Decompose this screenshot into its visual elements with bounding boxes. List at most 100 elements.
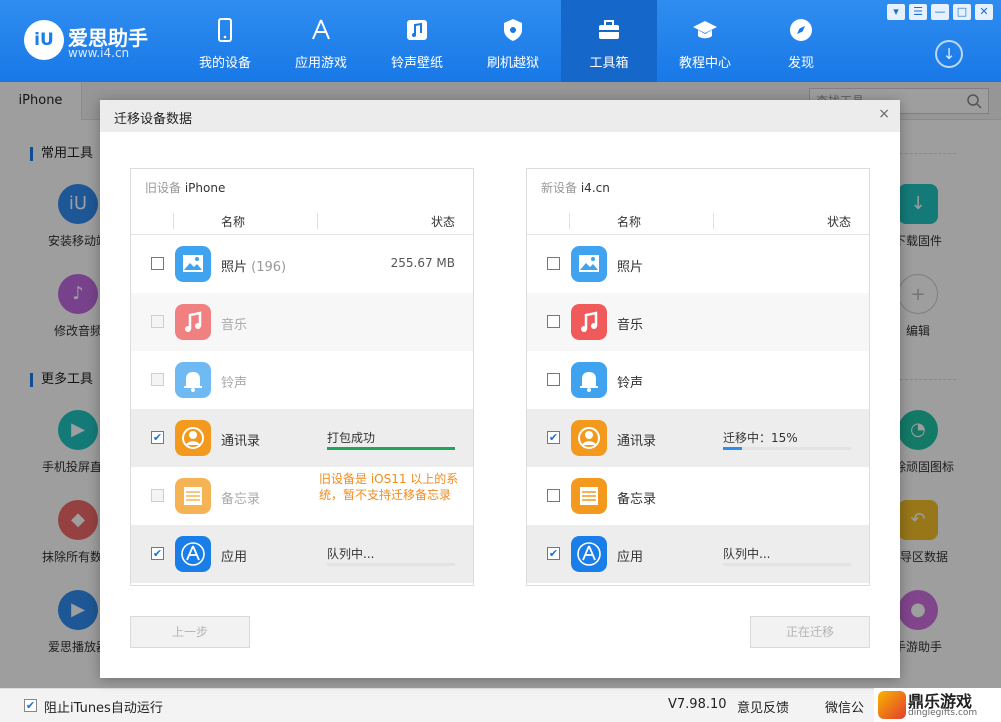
checkbox[interactable]	[547, 489, 560, 502]
checkbox[interactable]	[547, 257, 560, 270]
column-status: 状态	[430, 215, 455, 229]
item-status: 队列中...	[723, 547, 771, 561]
maximize-button[interactable]: □	[953, 4, 971, 20]
photos-icon	[175, 246, 211, 282]
item-name: 应用	[617, 550, 644, 565]
item-name: 音乐	[617, 318, 644, 333]
progress-bar	[723, 447, 851, 450]
checkbox[interactable]: ✔	[547, 431, 560, 444]
status-bar: ✔ 阻止iTunes自动运行 V7.98.10 意见反馈 微信公	[0, 688, 1001, 722]
unsupported-warning: 旧设备是 iOS11 以上的系统，暂不支持迁移备忘录	[319, 472, 459, 502]
list-item-ringtones: 铃声	[131, 351, 473, 409]
feedback-link[interactable]: 意见反馈	[737, 697, 789, 716]
checkbox[interactable]	[151, 257, 164, 270]
list-item-photos[interactable]: 照片 (196) 255.67 MB	[131, 235, 473, 293]
list-item-notes[interactable]: 备忘录	[527, 467, 869, 525]
item-name: 音乐	[221, 318, 248, 333]
photos-icon	[571, 246, 607, 282]
graduation-cap-icon	[693, 21, 717, 39]
checkbox[interactable]	[547, 315, 560, 328]
checkbox	[151, 315, 164, 328]
item-name: 通讯录	[617, 434, 657, 449]
progress-bar	[723, 563, 851, 566]
top-bar: iU 爱思助手 www.i4.cn 我的设备 应用游戏 铃声壁纸 刷机越狱 工具…	[0, 0, 1001, 82]
nav-label: 刷机越狱	[486, 56, 539, 71]
divider	[569, 213, 570, 229]
divider	[713, 213, 714, 229]
nav-label: 工具箱	[589, 56, 629, 71]
music-icon	[571, 304, 607, 340]
contacts-icon	[175, 420, 211, 456]
item-name: 应用	[221, 550, 248, 565]
column-name: 名称	[617, 215, 642, 229]
list-item-apps[interactable]: ✔ 应用 队列中...	[527, 525, 869, 583]
progress-bar	[327, 563, 455, 566]
music-icon	[407, 20, 427, 40]
download-icon[interactable]: ↓	[935, 40, 963, 68]
panel-title-prefix: 新设备	[541, 181, 578, 195]
nav-ringtones-wallpapers[interactable]: 铃声壁纸	[369, 0, 465, 82]
panel-title: 旧设备 iPhone	[131, 169, 473, 207]
nav-flash-jailbreak[interactable]: 刷机越狱	[465, 0, 561, 82]
item-name: 铃声	[221, 376, 248, 391]
panel-title: 新设备 i4.cn	[527, 169, 869, 207]
item-name: 铃声	[617, 376, 644, 391]
app-logo: iU	[24, 20, 64, 60]
previous-step-button[interactable]: 上一步	[130, 616, 250, 648]
list-item-ringtones[interactable]: 铃声	[527, 351, 869, 409]
notes-icon	[571, 478, 607, 514]
itunes-autorun-checkbox[interactable]: ✔	[24, 699, 37, 712]
column-header: 名称 状态	[131, 207, 473, 235]
nav-discover[interactable]: 发现	[753, 0, 849, 82]
close-icon[interactable]: ×	[878, 106, 890, 122]
bell-icon	[571, 362, 607, 398]
divider	[173, 213, 174, 229]
main-nav: 我的设备 应用游戏 铃声壁纸 刷机越狱 工具箱 教程中心 发现	[177, 0, 849, 82]
item-status: 打包成功	[327, 431, 376, 445]
divider	[317, 213, 318, 229]
item-count: (196)	[251, 260, 287, 275]
panel-title-prefix: 旧设备	[145, 181, 182, 195]
item-name: 备忘录	[617, 492, 657, 507]
migrating-button[interactable]: 正在迁移	[750, 616, 870, 648]
app-store-icon	[175, 536, 211, 572]
checkbox[interactable]: ✔	[151, 431, 164, 444]
nav-apps-games[interactable]: 应用游戏	[273, 0, 369, 82]
list-item-contacts[interactable]: ✔ 通讯录 迁移中：15%	[527, 409, 869, 467]
device-name: i4.cn	[580, 181, 610, 195]
menu-button[interactable]: ☰	[909, 4, 927, 20]
dialog-header: 迁移设备数据 ×	[100, 100, 900, 132]
minimize-button[interactable]: —	[931, 4, 949, 20]
wechat-link[interactable]: 微信公	[825, 697, 864, 716]
item-name: 通讯录	[221, 434, 261, 449]
progress-fill	[327, 447, 455, 450]
list-item-apps[interactable]: ✔ 应用 队列中...	[131, 525, 473, 583]
list-item-contacts[interactable]: ✔ 通讯录 打包成功	[131, 409, 473, 467]
item-name: 备忘录	[221, 492, 261, 507]
list-item-photos[interactable]: 照片	[527, 235, 869, 293]
app-store-icon	[571, 536, 607, 572]
nav-toolbox[interactable]: 工具箱	[561, 0, 657, 82]
nav-label: 发现	[787, 56, 814, 71]
nav-my-device[interactable]: 我的设备	[177, 0, 273, 82]
skin-button[interactable]: ▾	[887, 4, 905, 20]
shield-icon	[504, 19, 522, 41]
list-item-music[interactable]: 音乐	[527, 293, 869, 351]
close-window-button[interactable]: ✕	[975, 4, 993, 20]
device-name: iPhone	[184, 181, 226, 195]
checkbox[interactable]	[547, 373, 560, 386]
notes-icon	[175, 478, 211, 514]
old-device-panel: 旧设备 iPhone 名称 状态 照片 (196) 255.67 MB 音乐 铃…	[130, 168, 474, 586]
nav-tutorials[interactable]: 教程中心	[657, 0, 753, 82]
nav-label: 铃声壁纸	[390, 56, 443, 71]
list-item-music: 音乐	[131, 293, 473, 351]
watermark-logo-icon	[878, 691, 906, 719]
item-status: 迁移中：15%	[723, 431, 798, 445]
item-name: 照片	[617, 260, 644, 275]
column-name: 名称	[221, 215, 246, 229]
column-header: 名称 状态	[527, 207, 869, 235]
list-item-notes: 备忘录 旧设备是 iOS11 以上的系统，暂不支持迁移备忘录	[131, 467, 473, 525]
checkbox[interactable]: ✔	[151, 547, 164, 560]
dialog-title: 迁移设备数据	[114, 112, 193, 127]
checkbox[interactable]: ✔	[547, 547, 560, 560]
